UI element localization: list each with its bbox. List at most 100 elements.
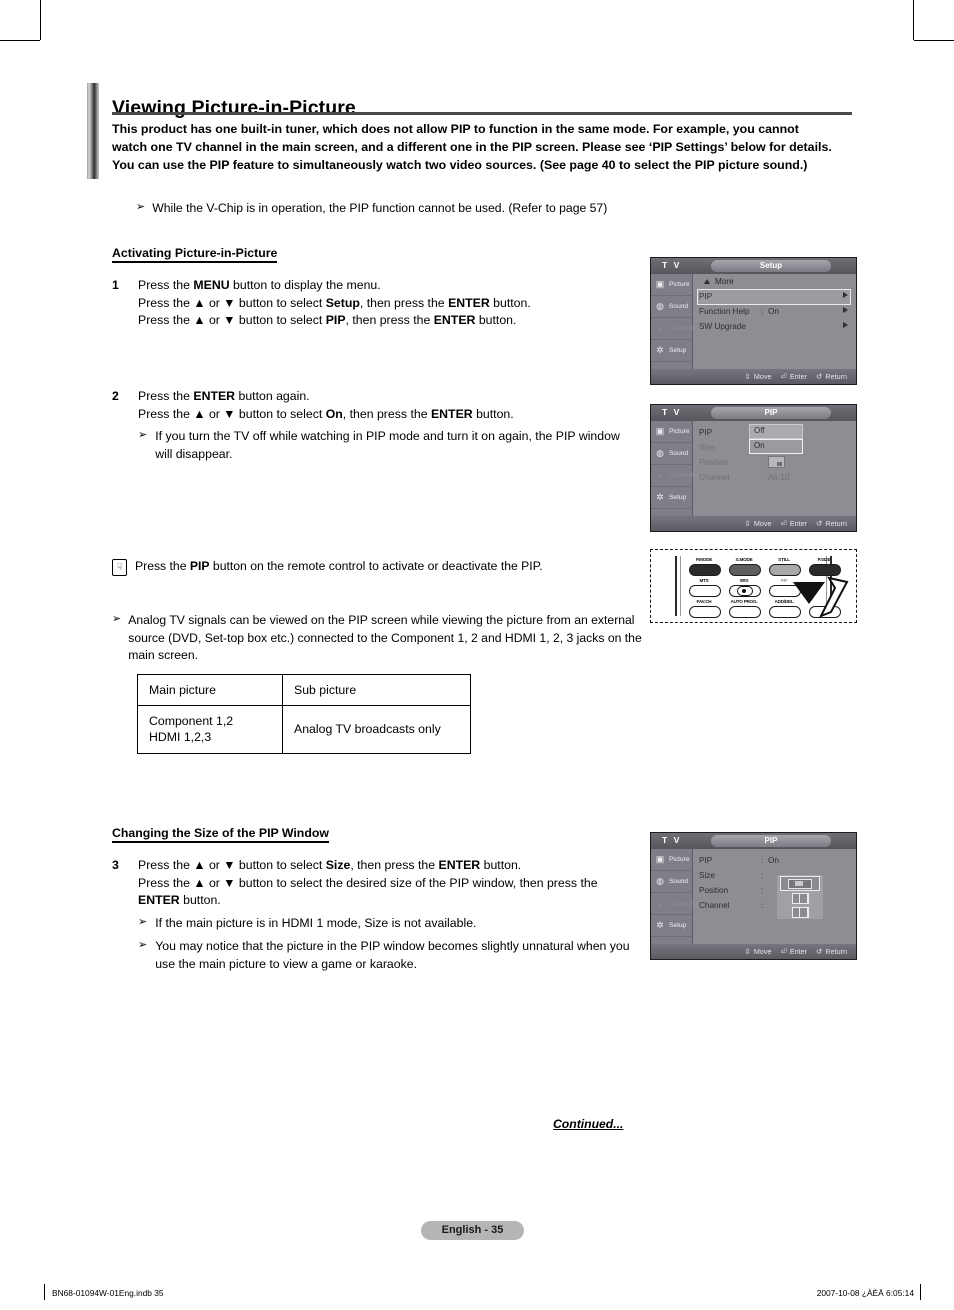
up-down-icon: ⇳ — [744, 519, 751, 528]
sidebar-item-channel[interactable]: ◗ Channel — [651, 318, 694, 340]
footer-rule-right — [920, 1284, 921, 1300]
osd-footer-move[interactable]: ⇳ Move — [745, 947, 772, 956]
osd-row-position[interactable]: Position : — [692, 883, 856, 898]
osd-sidebar: ▣ Picture ◍ Sound ◗ Channel ✲ Setup ⇥ In… — [651, 849, 694, 959]
pip-size-option-double-2[interactable] — [780, 906, 820, 919]
osd-footer-label: Enter — [789, 947, 808, 956]
osd-row-pip[interactable]: PIP : On — [692, 853, 856, 868]
osd-row-size[interactable]: Size : — [692, 868, 856, 883]
bullet-icon: ➢ — [112, 613, 122, 625]
osd-more-label: More — [715, 276, 734, 286]
table-cell-sub: Analog TV broadcasts only — [282, 705, 471, 754]
osd-row-label: PIP — [699, 856, 713, 865]
step-1-number: 1 — [112, 278, 119, 292]
step-1-body: Press the MENU button to display the men… — [138, 277, 637, 330]
return-icon: ↺ — [816, 519, 823, 528]
osd-footer-return[interactable]: ↺ Return — [816, 519, 847, 528]
osd-row-label: Size — [699, 871, 715, 880]
subheading-size: Changing the Size of the PIP Window — [112, 826, 329, 843]
up-down-icon: ⇳ — [744, 947, 751, 956]
sidebar-label: Setup — [669, 494, 687, 501]
remote-button-favch[interactable] — [689, 606, 721, 618]
remote-note-text: Press the PIP button on the remote contr… — [135, 559, 543, 573]
osd-row-colon: : — [761, 871, 764, 880]
osd-row-colon: : — [761, 458, 764, 467]
step-3-line-1: Press the ▲ or ▼ button to select Size, … — [138, 858, 522, 872]
remote-label-srs: SRS — [739, 578, 749, 583]
remote-button-smode[interactable] — [729, 564, 761, 576]
sidebar-item-picture[interactable]: ▣ Picture — [651, 274, 692, 296]
osd-row-pip[interactable]: PIP — [692, 289, 856, 304]
osd-body: PIP : On Size : Position : Channel : — [692, 849, 856, 944]
osd-footer-return[interactable]: ↺ Return — [816, 372, 847, 381]
sidebar-label: Picture — [669, 281, 690, 288]
sidebar-item-channel[interactable]: ◗ Channel — [651, 465, 694, 487]
remote-button-still[interactable] — [769, 564, 801, 576]
sidebar-label: Sound — [669, 303, 689, 310]
osd-footer-return[interactable]: ↺ Return — [816, 947, 847, 956]
sidebar-label: Picture — [669, 428, 690, 435]
osd-body: PIP : Size : Position : Channel : Air 10 — [692, 421, 856, 516]
osd-footer-label: Return — [825, 947, 847, 956]
picture-icon: ▣ — [655, 279, 665, 289]
table-cell-main: Component 1,2 HDMI 1,2,3 — [137, 705, 283, 754]
osd-row-position[interactable]: Position : — [692, 455, 856, 470]
sidebar-item-sound[interactable]: ◍ Sound — [651, 443, 692, 465]
pip-size-option-large[interactable] — [780, 876, 820, 891]
header-accent-bar — [87, 83, 99, 179]
osd-footer: ⇳ Move ⏎ Enter ↺ Return — [651, 516, 856, 531]
step-2-line-2: Press the ▲ or ▼ button to select On, th… — [138, 406, 514, 421]
pointer-arrow-icon — [793, 576, 849, 618]
osd-row-label: Position — [699, 458, 729, 467]
title-divider — [112, 112, 852, 115]
sidebar-item-sound[interactable]: ◍ Sound — [651, 296, 692, 318]
sidebar-label: Channel — [669, 472, 694, 479]
osd-footer-enter[interactable]: ⏎ Enter — [780, 372, 807, 381]
sidebar-label: Sound — [669, 450, 689, 457]
enter-icon: ⏎ — [780, 947, 787, 956]
sidebar-item-sound[interactable]: ◍ Sound — [651, 871, 692, 893]
remote-button-pmode[interactable] — [689, 564, 721, 576]
osd-footer-label: Return — [825, 519, 847, 528]
remote-button-psize[interactable] — [809, 564, 841, 576]
osd-footer-move[interactable]: ⇳ Move — [745, 519, 772, 528]
remote-button-mts[interactable] — [689, 585, 721, 597]
sidebar-item-picture[interactable]: ▣ Picture — [651, 421, 692, 443]
channel-icon: ◗ — [657, 470, 663, 481]
osd-footer-enter[interactable]: ⏎ Enter — [780, 519, 807, 528]
osd-row-channel[interactable]: Channel : Air 10 — [692, 470, 856, 485]
picture-icon: ▣ — [655, 426, 665, 436]
sidebar-item-setup[interactable]: ✲ Setup — [651, 487, 692, 509]
dropdown-option-off[interactable]: Off — [749, 424, 803, 439]
sidebar-label: Channel — [669, 900, 694, 907]
osd-footer: ⇳ Move ⏎ Enter ↺ Return — [651, 944, 856, 959]
sidebar-item-setup[interactable]: ✲ Setup — [651, 340, 692, 362]
setup-icon: ✲ — [656, 920, 664, 930]
remote-label-mts: MTS — [699, 578, 709, 583]
sidebar-item-setup[interactable]: ✲ Setup — [651, 915, 692, 937]
osd-row-label: Channel — [699, 901, 730, 910]
remote-edge-left2 — [680, 556, 681, 616]
osd-row-function-help[interactable]: Function Help : On — [692, 304, 856, 319]
osd-row-colon: : — [761, 856, 764, 865]
osd-row-colon: : — [761, 473, 764, 482]
sidebar-item-channel[interactable]: ◗ Channel — [651, 893, 694, 915]
pip-size-double-icon — [791, 893, 809, 904]
osd-row-value: Air 10 — [768, 473, 790, 482]
osd-footer-label: Move — [753, 372, 772, 381]
pip-size-option-double-1[interactable] — [780, 892, 820, 905]
osd-footer-enter[interactable]: ⏎ Enter — [780, 947, 807, 956]
sidebar-item-picture[interactable]: ▣ Picture — [651, 849, 692, 871]
osd-row-channel[interactable]: Channel : — [692, 898, 856, 913]
step-3-note-1-text: If the main picture is in HDMI 1 mode, S… — [155, 916, 477, 931]
osd-more-row[interactable]: More — [692, 274, 856, 288]
crop-mark-top-right-v — [913, 0, 914, 40]
osd-footer-move[interactable]: ⇳ Move — [745, 372, 772, 381]
setup-icon: ✲ — [656, 345, 664, 355]
continued-label: Continued... — [553, 1117, 624, 1131]
subheading-activating: Activating Picture-in-Picture — [112, 246, 278, 263]
osd-row-sw-upgrade[interactable]: SW Upgrade — [692, 319, 856, 334]
channel-icon: ◗ — [657, 323, 663, 334]
remote-button-autoprog[interactable] — [729, 606, 761, 618]
dropdown-option-on[interactable]: On — [749, 439, 803, 454]
